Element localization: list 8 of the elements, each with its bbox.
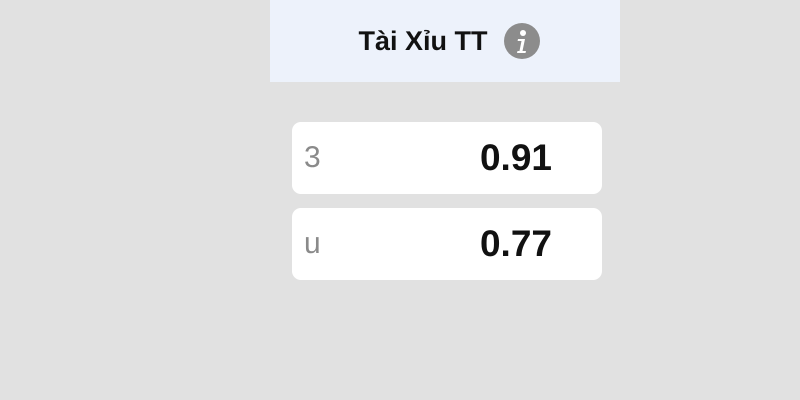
market-title: Tài Xỉu TT <box>358 26 488 56</box>
info-icon[interactable] <box>504 23 540 59</box>
odds-label: 3 <box>304 141 321 175</box>
odds-value: 0.77 <box>480 223 552 265</box>
odds-label: u <box>304 227 321 261</box>
odds-value: 0.91 <box>480 137 552 179</box>
odds-row[interactable]: u 0.77 <box>292 208 602 280</box>
odds-row[interactable]: 3 0.91 <box>292 122 602 194</box>
